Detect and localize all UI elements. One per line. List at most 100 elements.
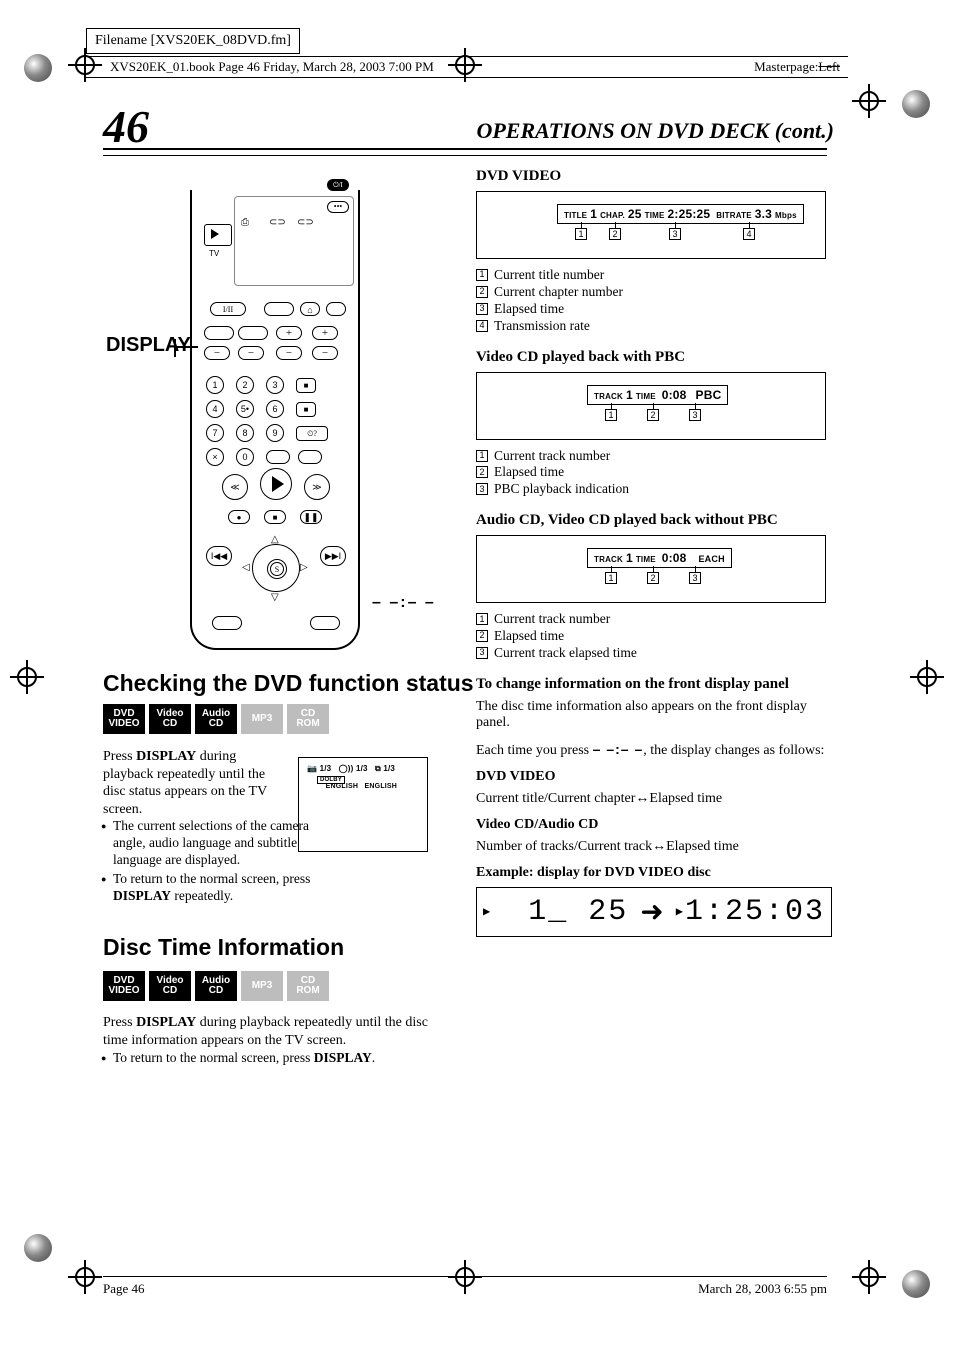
registration-mark: [68, 1260, 102, 1294]
right-arrow-icon: ▷: [300, 562, 308, 573]
camera-icon: 📷: [307, 764, 317, 773]
play-button-icon: [260, 468, 292, 500]
forward-icon: ≫: [304, 474, 330, 500]
filename-box: Filename [XVS20EK_08DVD.fm]: [86, 28, 300, 54]
pill-btn: [298, 450, 322, 464]
num-7: 7: [206, 424, 224, 442]
acd-legend: 1Current track number 2Elapsed time 3Cur…: [476, 611, 836, 662]
subtitle-icon: ⧉: [375, 764, 381, 773]
num-1: 1: [206, 376, 224, 394]
vcd-pbc-head: Video CD played back with PBC: [476, 349, 836, 366]
bookline: XVS20EK_01.book Page 46 Friday, March 28…: [86, 56, 848, 78]
pill-btn: [204, 326, 234, 340]
double-arrow-icon: [635, 791, 649, 806]
dvd-lcd: TITLE 1 CHAP. 25 TIME 2:25:25 BITRATE 3.…: [557, 204, 804, 224]
format-badges-1: DVDVIDEO VideoCD AudioCD MP3 CDROM: [103, 704, 329, 734]
remote-screen: ⏻/I ••• ⎙ ⊂⊃ ⊂⊃: [234, 196, 354, 286]
badge-mp3: MP3: [241, 971, 283, 1001]
stop-sq: ■: [296, 378, 316, 393]
vcd-pbc-legend: 1Current track number 2Elapsed time 3PBC…: [476, 448, 836, 499]
stop-icon: ■: [264, 510, 286, 524]
acd-head: Audio CD, Video CD played back without P…: [476, 512, 836, 529]
plus-btn: +: [276, 326, 302, 340]
registration-mark: [852, 1260, 886, 1294]
change-info-head: To change information on the front displ…: [476, 676, 836, 693]
num-5: 5•: [236, 400, 254, 418]
power-icon: ⏻/I: [327, 179, 349, 191]
badge-mp3: MP3: [241, 704, 283, 734]
badge-dvd-video: DVDVIDEO: [103, 704, 145, 734]
pill-btn: ⌂: [300, 302, 320, 316]
registration-mark: [910, 660, 944, 694]
minus-btn: −: [238, 346, 264, 360]
example-display-row: 1_ 25 ➜ 1:25:03: [476, 887, 832, 937]
acd-lcd: TRACK 1 TIME 0:08 EACH: [587, 548, 732, 568]
pill-btn: [310, 616, 340, 630]
num-3: 3: [266, 376, 284, 394]
pill-btn: [238, 326, 268, 340]
example-head: Example: display for DVD VIDEO disc: [476, 865, 836, 881]
num-8: 8: [236, 424, 254, 442]
footer-page: Page 46: [103, 1281, 145, 1297]
left-arrow-icon: ◁: [242, 562, 250, 573]
pill-btn: I/II: [210, 302, 246, 316]
change-info-body: The disc time information also appears o…: [476, 699, 836, 731]
num-x: ×: [206, 448, 224, 466]
audio-icon: ◯)): [339, 764, 354, 773]
prev-track-icon: I◀◀: [206, 546, 232, 566]
corner-ball: [902, 90, 930, 118]
bullets-2: To return to the normal screen, press DI…: [103, 1050, 443, 1068]
display-leader-line: [176, 346, 198, 348]
vcd-pbc-box: TRACK 1 TIME 0:08 PBC 123: [476, 372, 826, 440]
badge-cd-rom: CDROM: [287, 704, 329, 734]
dv-sub-head: DVD VIDEO: [476, 769, 836, 785]
next-track-icon: ▶▶I: [320, 546, 346, 566]
example-seg-1: 1_ 25: [477, 888, 634, 936]
osd-row: 📷 1/3 ◯)) 1/3 ⧉ 1/3: [307, 764, 395, 774]
section-title: OPERATIONS ON DVD DECK (cont.): [476, 118, 834, 144]
minus-btn: −: [204, 346, 230, 360]
masterpage-label: Masterpage:: [754, 59, 818, 74]
vc-sub-head: Video CD/Audio CD: [476, 817, 836, 833]
minus-btn: −: [276, 346, 302, 360]
up-arrow-icon: △: [271, 534, 279, 545]
stop-sq: ■: [296, 402, 316, 417]
badge-video-cd: VideoCD: [149, 704, 191, 734]
each-press-text: Each time you press – –:– –, the display…: [476, 741, 836, 759]
vcd-pbc-lcd: TRACK 1 TIME 0:08 PBC: [587, 385, 728, 405]
num-9: 9: [266, 424, 284, 442]
num-0: 0: [236, 448, 254, 466]
dvd-legend: 1Current title number 2Current chapter n…: [476, 267, 836, 335]
badge-video-cd: VideoCD: [149, 971, 191, 1001]
minus-btn: −: [312, 346, 338, 360]
dash-indicator: – –:– –: [372, 594, 436, 612]
para-press-display-2: Press DISPLAY during playback repeatedly…: [103, 1014, 443, 1049]
section-rule: [103, 148, 827, 150]
badge-cd-rom: CDROM: [287, 971, 329, 1001]
corner-ball: [24, 1234, 52, 1262]
double-arrow-icon: [652, 839, 666, 854]
menu-pill: •••: [327, 201, 349, 213]
registration-mark: [10, 660, 44, 694]
pill-btn: [212, 616, 242, 630]
badge-audio-cd: AudioCD: [195, 704, 237, 734]
remote-illustration: ⏻/I ••• ⎙ ⊂⊃ ⊂⊃ I/II ⌂ + + − − − − 1 2 3…: [190, 190, 360, 650]
bullet: To return to the normal screen, press DI…: [103, 1050, 443, 1066]
footer-date: March 28, 2003 6:55 pm: [698, 1281, 827, 1297]
down-arrow-icon: ▽: [271, 592, 279, 603]
vc-sub-body: Number of tracks/Current trackElapsed ti…: [476, 839, 836, 855]
pause-icon: ❚❚: [300, 510, 322, 524]
format-badges-2: DVDVIDEO VideoCD AudioCD MP3 CDROM: [103, 971, 329, 1001]
pill-btn: [264, 302, 294, 316]
masterpage-value: Left: [818, 59, 840, 74]
heading-check-status: Checking the DVD function status: [103, 670, 474, 697]
num-2: 2: [236, 376, 254, 394]
pill-btn: [266, 450, 290, 464]
plus-btn: +: [312, 326, 338, 340]
dv-sub-body: Current title/Current chapterElapsed tim…: [476, 791, 836, 807]
tv-icon: [204, 224, 232, 246]
footer: Page 46 March 28, 2003 6:55 pm: [103, 1276, 827, 1297]
masterpage: Masterpage:Left: [754, 59, 840, 75]
right-column: DVD VIDEO TITLE 1 CHAP. 25 TIME 2:25:25 …: [476, 168, 836, 937]
para-press-display-1: Press DISPLAY during playback repeatedly…: [103, 748, 283, 818]
